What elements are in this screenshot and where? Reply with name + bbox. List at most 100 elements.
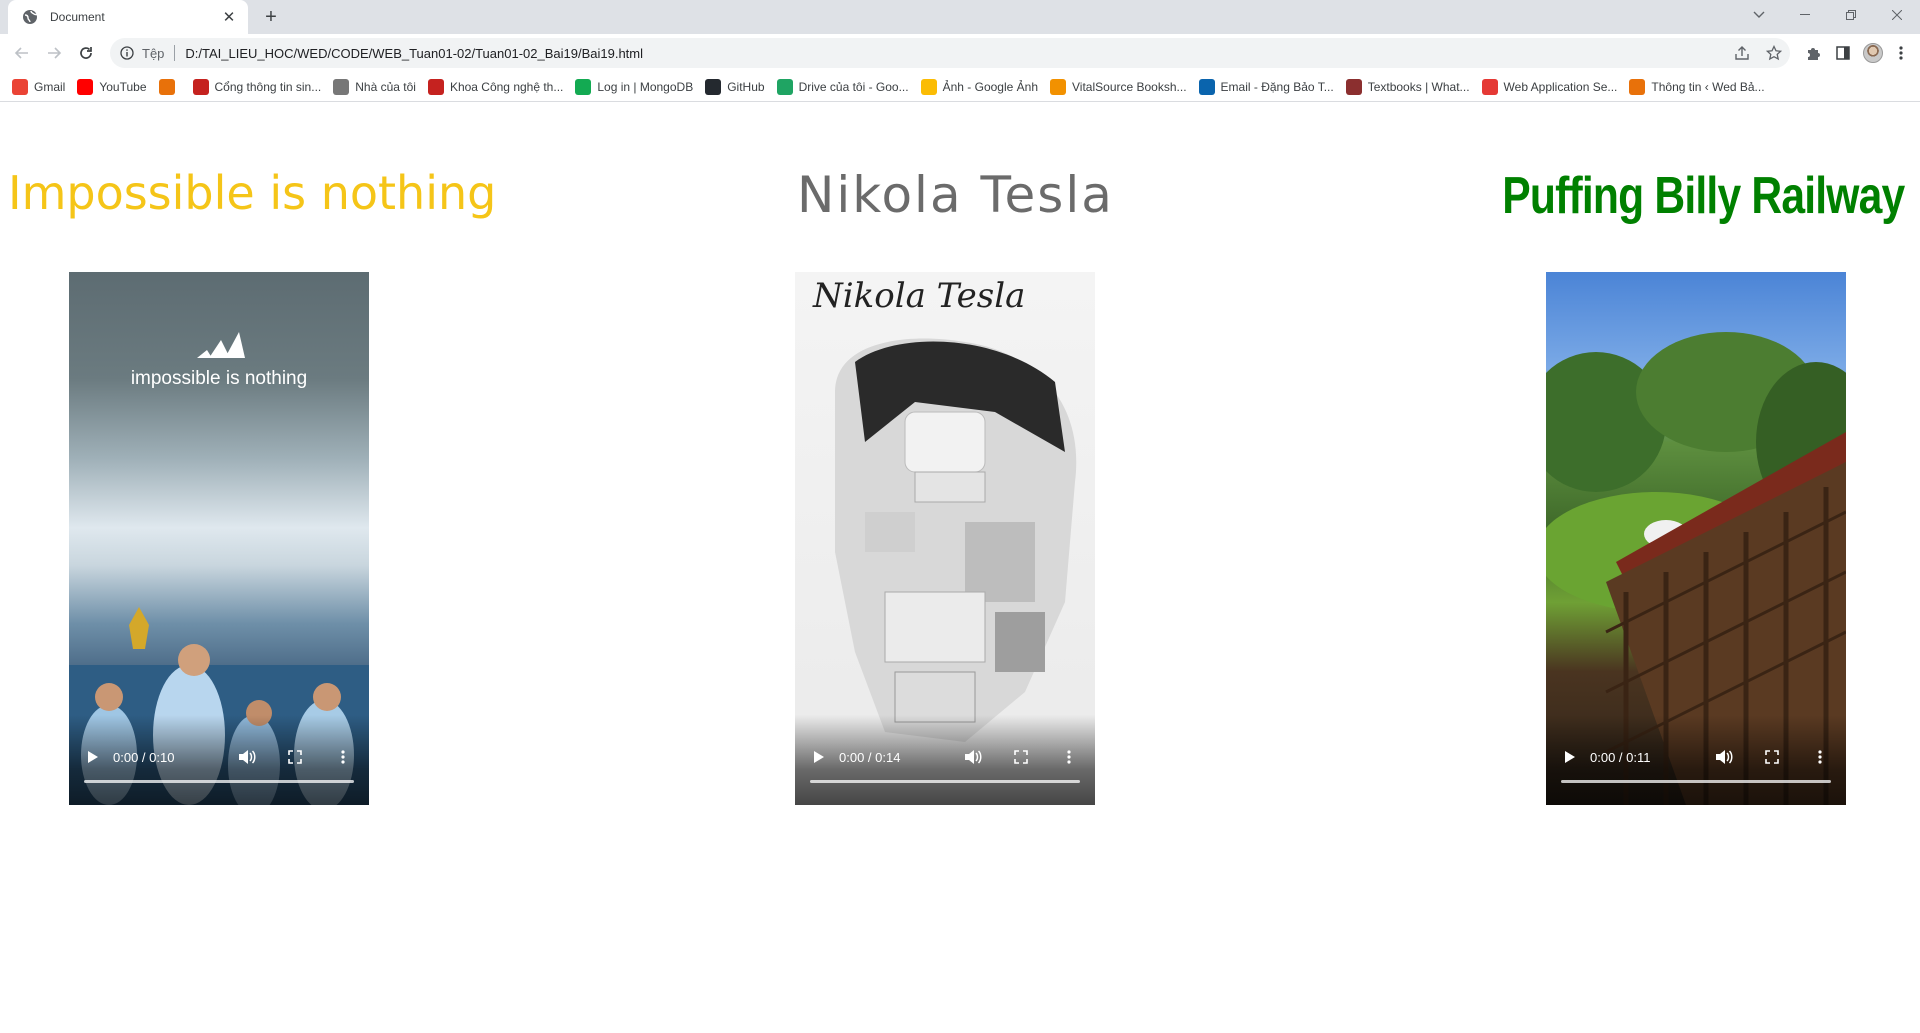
video-adidas[interactable]: impossible is nothing 0:00 / 0:10 bbox=[69, 272, 369, 805]
bookmark-item[interactable]: Web Application Se... bbox=[1481, 78, 1618, 95]
address-bar-actions bbox=[1726, 38, 1790, 68]
tesla-signature: Nikola Tesla bbox=[813, 276, 1026, 316]
grid-app-icon bbox=[1629, 78, 1646, 95]
bookmark-label: Web Application Se... bbox=[1503, 79, 1618, 94]
restore-icon[interactable] bbox=[1828, 0, 1874, 30]
more-options-icon[interactable] bbox=[1808, 747, 1832, 767]
side-panel-icon[interactable] bbox=[1828, 39, 1858, 67]
heading-impossible-is-nothing: Impossible is nothing bbox=[8, 166, 497, 220]
play-icon[interactable] bbox=[1560, 747, 1580, 767]
university-icon bbox=[427, 78, 444, 95]
bookmark-item[interactable]: Thông tin ‹ Wed Bả... bbox=[1629, 78, 1765, 95]
bookmark-item[interactable]: Khoa Công nghệ th... bbox=[427, 78, 564, 95]
heading-nikola-tesla: Nikola Tesla bbox=[797, 166, 1114, 224]
bookmark-item[interactable]: VitalSource Booksh... bbox=[1050, 78, 1187, 95]
bookmark-item[interactable]: Ảnh - Google Ảnh bbox=[920, 78, 1039, 95]
grid-app-icon bbox=[158, 78, 175, 95]
fullscreen-icon[interactable] bbox=[283, 747, 307, 767]
browser-menu-icon[interactable] bbox=[1886, 39, 1916, 67]
mongodb-icon bbox=[575, 78, 592, 95]
bookmark-label: Gmail bbox=[34, 79, 66, 94]
bookmark-item[interactable]: Email - Đặng Bảo T... bbox=[1198, 78, 1334, 95]
tab-strip: Document ✕ + bbox=[0, 0, 1920, 34]
close-tab-icon[interactable]: ✕ bbox=[220, 8, 238, 26]
share-icon[interactable] bbox=[1726, 38, 1758, 68]
new-tab-button[interactable]: + bbox=[258, 4, 284, 30]
video-time: 0:00 / 0:11 bbox=[1590, 749, 1651, 765]
video-controls-row: 0:00 / 0:14 bbox=[795, 745, 1095, 769]
bookmark-item[interactable]: GitHub bbox=[705, 78, 765, 95]
adidas-logo bbox=[197, 332, 245, 358]
bookmark-item[interactable]: Cổng thông tin sin... bbox=[192, 78, 322, 95]
bookmarks-bar: Gmail YouTube Cổng thông tin sin... Nhà của… bbox=[0, 72, 1920, 102]
video-controls-row: 0:00 / 0:11 bbox=[1546, 745, 1846, 769]
tab-title: Document bbox=[50, 10, 105, 24]
heading-puffing-billy-railway: Puffing Billy Railway bbox=[1501, 167, 1905, 225]
fullscreen-icon[interactable] bbox=[1009, 747, 1033, 767]
video-progress-bar[interactable] bbox=[810, 780, 1080, 783]
minimize-icon[interactable] bbox=[1782, 0, 1828, 30]
profile-avatar[interactable] bbox=[1858, 39, 1888, 67]
reload-icon[interactable] bbox=[72, 39, 100, 67]
video-nikola-tesla[interactable]: Nikola Tesla 0:00 / 0:14 bbox=[795, 272, 1095, 805]
bookmark-item[interactable]: Textbooks | What... bbox=[1345, 78, 1470, 95]
bookmark-star-icon[interactable] bbox=[1758, 38, 1790, 68]
github-icon bbox=[705, 78, 722, 95]
shield-icon bbox=[1345, 78, 1362, 95]
bookmark-item[interactable]: Gmail bbox=[12, 78, 66, 95]
webapp-icon bbox=[1481, 78, 1498, 95]
address-url[interactable]: D:/TAI_LIEU_HOC/WED/CODE/WEB_Tuan01-02/T… bbox=[185, 46, 643, 61]
bookmark-label: GitHub bbox=[727, 79, 765, 94]
video-controls-row: 0:00 / 0:10 bbox=[69, 745, 369, 769]
avatar bbox=[1863, 43, 1883, 63]
back-arrow-icon[interactable] bbox=[8, 39, 36, 67]
bookmark-label: Email - Đặng Bảo T... bbox=[1220, 79, 1334, 94]
outlook-icon bbox=[1198, 78, 1215, 95]
globe-icon bbox=[22, 9, 38, 25]
bookmark-label: VitalSource Booksh... bbox=[1072, 79, 1187, 94]
gmail-icon bbox=[12, 78, 28, 95]
bookmark-label: Log in | MongoDB bbox=[597, 79, 694, 94]
video-progress-bar[interactable] bbox=[1561, 780, 1831, 783]
info-icon[interactable] bbox=[120, 46, 134, 60]
close-window-icon[interactable] bbox=[1874, 0, 1920, 30]
fullscreen-icon[interactable] bbox=[1760, 747, 1784, 767]
page-content: Impossible is nothing Nikola Tesla Puffi… bbox=[0, 102, 1920, 1033]
extensions-puzzle-icon[interactable] bbox=[1798, 39, 1828, 67]
more-options-icon[interactable] bbox=[1057, 747, 1081, 767]
volume-icon[interactable] bbox=[961, 747, 985, 767]
bookmark-item[interactable]: YouTube bbox=[77, 78, 147, 95]
bookmark-label: Ảnh - Google Ảnh bbox=[942, 79, 1039, 94]
video-puffing-billy[interactable]: 0:00 / 0:11 bbox=[1546, 272, 1846, 805]
video-progress-bar[interactable] bbox=[84, 780, 354, 783]
home-doc-icon bbox=[333, 78, 350, 95]
bookmark-label: YouTube bbox=[99, 79, 147, 94]
bookmark-item[interactable]: Drive của tôi - Goo... bbox=[776, 78, 909, 95]
tab-search-chevron-icon[interactable] bbox=[1736, 0, 1782, 30]
play-icon[interactable] bbox=[83, 747, 103, 767]
forward-arrow-icon[interactable] bbox=[40, 39, 68, 67]
volume-icon[interactable] bbox=[1712, 747, 1736, 767]
bookmark-label: Textbooks | What... bbox=[1367, 79, 1470, 94]
photos-icon bbox=[920, 78, 937, 95]
video-time: 0:00 / 0:14 bbox=[839, 749, 901, 765]
bookmark-label: Thông tin ‹ Wed Bả... bbox=[1651, 79, 1765, 94]
bookmark-label: Drive của tôi - Goo... bbox=[798, 79, 909, 94]
browser-toolbar: Tệp D:/TAI_LIEU_HOC/WED/CODE/WEB_Tuan01-… bbox=[0, 34, 1920, 72]
university-icon bbox=[192, 78, 209, 95]
address-bar[interactable]: Tệp D:/TAI_LIEU_HOC/WED/CODE/WEB_Tuan01-… bbox=[110, 38, 1790, 68]
bookmark-label: Khoa Công nghệ th... bbox=[449, 79, 564, 94]
drive-icon bbox=[776, 78, 793, 95]
vitalsource-icon bbox=[1050, 78, 1067, 95]
video-time: 0:00 / 0:10 bbox=[113, 749, 175, 765]
bookmark-item[interactable]: Nhà của tôi bbox=[333, 78, 416, 95]
bookmark-item[interactable] bbox=[158, 78, 181, 95]
browser-tab[interactable]: Document ✕ bbox=[8, 0, 248, 34]
bookmark-label: Cổng thông tin sin... bbox=[214, 79, 322, 94]
bookmark-item[interactable]: Log in | MongoDB bbox=[575, 78, 694, 95]
volume-icon[interactable] bbox=[235, 747, 259, 767]
address-scheme: Tệp bbox=[142, 45, 165, 61]
play-icon[interactable] bbox=[809, 747, 829, 767]
bookmark-label: Nhà của tôi bbox=[355, 79, 416, 94]
more-options-icon[interactable] bbox=[331, 747, 355, 767]
